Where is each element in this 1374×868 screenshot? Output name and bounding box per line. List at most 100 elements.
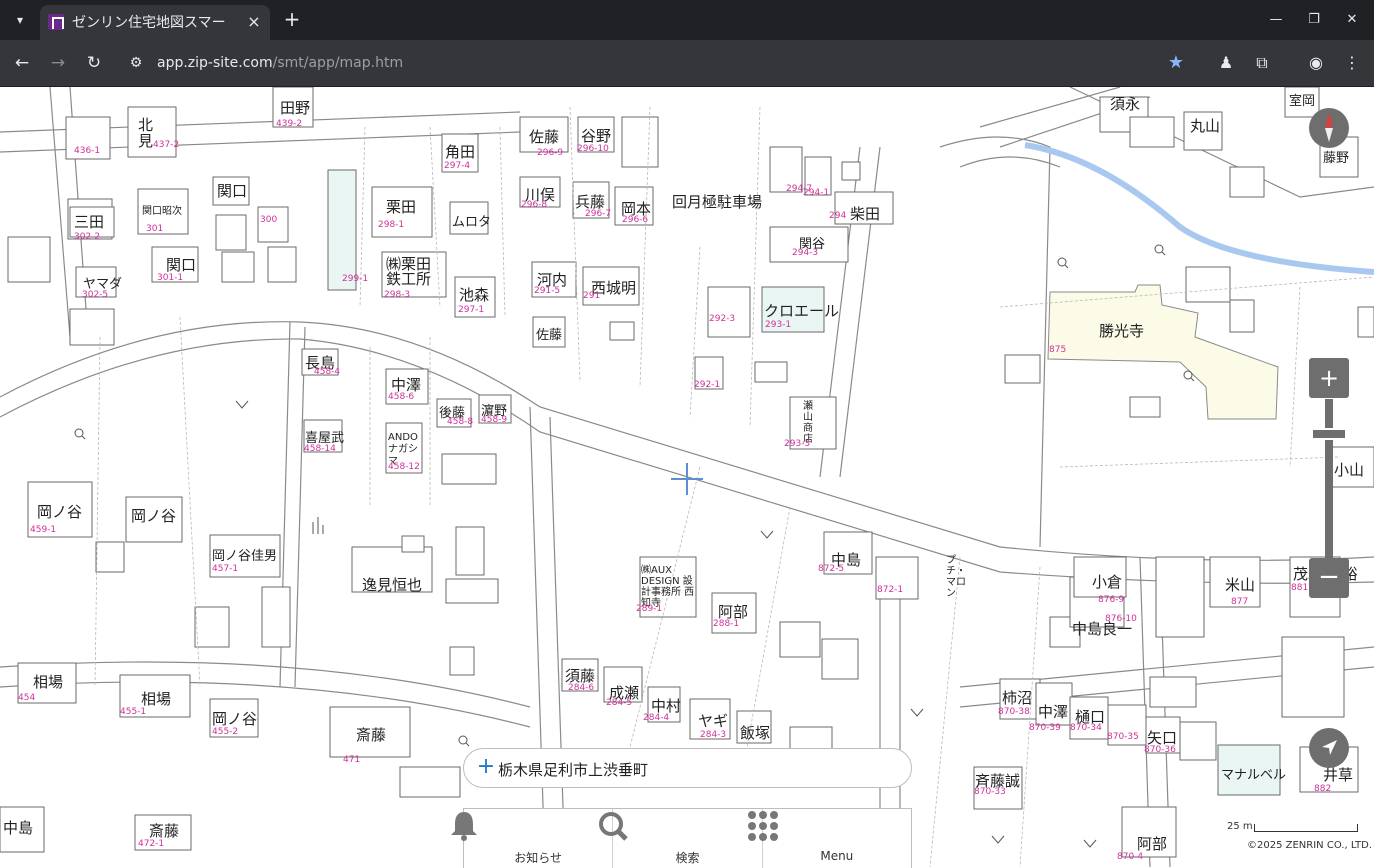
number-298-1: 298-1: [378, 220, 405, 230]
number-876-9: 876-9: [1098, 595, 1125, 605]
notice-label: お知らせ: [514, 851, 563, 865]
search-button[interactable]: 検索: [599, 809, 763, 868]
number-284-3: 284-3: [700, 730, 727, 740]
current-location-button[interactable]: [1309, 728, 1349, 768]
number-294-1: 294-1: [803, 188, 830, 198]
number-459-1: 459-1: [30, 525, 57, 535]
label-aiba-1: 相場: [33, 673, 64, 691]
address-bar[interactable]: app.zip-site.com/smt/app/map.htm: [157, 53, 403, 73]
label-murota: ムロタ: [452, 215, 492, 230]
number-291-5: 291-5: [534, 286, 561, 296]
number-292-1: 292-1: [694, 380, 721, 390]
site-favicon-icon: [48, 14, 64, 30]
label-shokoji: 勝光寺: [1099, 322, 1145, 340]
label-sekiguchi-2: 関口: [166, 256, 197, 274]
tab-title: ゼンリン住宅地図スマー: [72, 15, 226, 31]
number-882: 882: [1314, 784, 1332, 794]
minimize-button[interactable]: —: [1264, 8, 1288, 32]
label-murofushi: 室岡: [1289, 94, 1316, 109]
number-437-2: 437-2: [153, 140, 180, 150]
label-yoneyama: 米山: [1225, 576, 1256, 594]
forward-button[interactable]: →: [46, 51, 70, 75]
label-suga: 須永: [1110, 95, 1141, 113]
label-kurowaru: クロエール: [764, 302, 840, 320]
back-button[interactable]: ←: [10, 51, 34, 75]
label-sato: 佐藤: [529, 128, 560, 146]
number-455-1: 455-1: [120, 707, 147, 717]
restore-button[interactable]: ❐: [1302, 8, 1326, 32]
number-870-34: 870-34: [1070, 723, 1102, 733]
extensions-puzzle-icon[interactable]: ⧉: [1250, 51, 1274, 75]
number-300: 300: [260, 215, 278, 225]
zoom-in-button[interactable]: +: [1309, 358, 1349, 398]
zoom-out-button[interactable]: −: [1309, 558, 1349, 598]
zoom-slider-track[interactable]: [1325, 399, 1333, 559]
number-296-9: 296-9: [537, 148, 564, 158]
zoom-slider-thumb[interactable]: [1311, 428, 1347, 440]
label-abe-2: 阿部: [1137, 835, 1168, 853]
number-439-2: 439-2: [276, 119, 303, 129]
label-manaberu: マナルベル: [1221, 768, 1287, 783]
address-text: 栃木県足利市上渋垂町: [498, 761, 649, 779]
bottom-menu-bar: お知らせ 検索 Menu: [451, 808, 912, 868]
scale-bar: [1254, 824, 1358, 832]
label-okanoya-1: 岡ノ谷: [37, 503, 83, 521]
number-870-38: 870-38: [998, 707, 1030, 717]
label-tano: 田野: [280, 99, 311, 117]
extension-agent-icon[interactable]: ♟: [1214, 51, 1238, 75]
reload-button[interactable]: ↻: [82, 51, 106, 75]
url-path: /smt/app/map.htm: [272, 55, 404, 71]
url-host: app.zip-site.com: [157, 55, 273, 71]
profile-icon[interactable]: ◉: [1304, 51, 1328, 75]
number-297-1: 297-1: [458, 305, 485, 315]
menu-button[interactable]: Menu: [747, 809, 911, 868]
bell-icon: [451, 812, 477, 841]
site-info-icon[interactable]: ⚙: [126, 53, 146, 73]
number-302-5: 302-5: [82, 290, 109, 300]
compass-button[interactable]: [1309, 108, 1349, 148]
browser-tab[interactable]: ゼンリン住宅地図スマー ×: [40, 5, 270, 40]
label-nakajima: 中島: [3, 819, 34, 837]
label-aux-design: ㈱AUX DESIGN 設計事務所 西知寺: [641, 565, 695, 609]
number-472-1: 472-1: [138, 839, 165, 849]
number-284-4: 284-4: [643, 713, 670, 723]
label-tanino: 谷野: [581, 127, 612, 145]
label-petit-marron: プチ・マロン: [946, 555, 966, 599]
number-870-36: 870-36: [1144, 745, 1176, 755]
number-876-10: 876-10: [1105, 614, 1137, 624]
number-294-3: 294-3: [792, 248, 819, 258]
map-canvas[interactable]: 角田 297-4 栗田 298-1 ㈱栗田 鉄工所 298-3 池森 297-1…: [0, 87, 1374, 868]
window-close-button[interactable]: ✕: [1340, 8, 1364, 32]
label-okanoya-3: 岡ノ谷: [212, 710, 258, 728]
label-iizuka: 飯塚: [740, 724, 771, 742]
tab-search-chevron-icon[interactable]: ▾: [6, 8, 34, 32]
number-454: 454: [18, 693, 36, 703]
number-458-6: 458-6: [388, 392, 415, 402]
number-875: 875: [1049, 345, 1067, 355]
scale-label: 25 m: [1227, 821, 1253, 832]
label-kitami: 北見: [138, 116, 154, 150]
address-search-bar[interactable]: + 栃木県足利市上渋垂町: [463, 748, 912, 788]
compass-south-icon: [1325, 128, 1333, 142]
browser-menu-icon[interactable]: ⋮: [1340, 51, 1364, 75]
label-kurita-iron: ㈱栗田 鉄工所: [386, 255, 432, 288]
number-288-1: 288-1: [713, 619, 740, 629]
search-label: 検索: [675, 851, 700, 865]
label-nakazawa-2: 中澤: [1038, 703, 1069, 721]
number-284-5: 284-5: [606, 698, 633, 708]
number-299-1: 299-1: [342, 274, 369, 284]
navigation-arrow-icon: [1322, 740, 1337, 755]
new-tab-button[interactable]: +: [280, 8, 304, 32]
number-872-1: 872-1: [877, 585, 904, 595]
notice-button[interactable]: お知らせ: [451, 809, 614, 868]
label-saito: 斎藤: [356, 726, 387, 744]
number-296-7: 296-7: [585, 209, 612, 219]
label-aiba-2: 相場: [141, 690, 172, 708]
label-kakinuma: 柿沼: [1002, 689, 1033, 707]
tab-close-icon[interactable]: ×: [244, 12, 264, 32]
add-plus-icon[interactable]: +: [476, 756, 496, 778]
browser-toolbar: ← → ↻ ⚙ app.zip-site.com/smt/app/map.htm…: [0, 40, 1374, 87]
number-294: 294: [829, 211, 847, 221]
copyright-text: ©2025 ZENRIN CO., LTD.: [1247, 840, 1372, 851]
bookmark-star-icon[interactable]: ★: [1164, 51, 1188, 75]
